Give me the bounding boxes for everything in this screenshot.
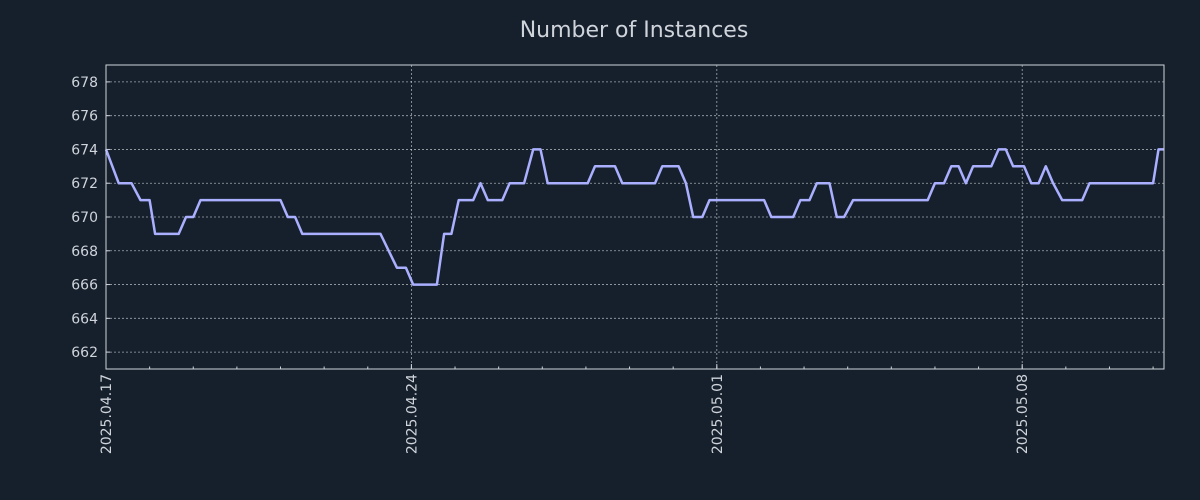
y-axis-ticks: 662 664 666 668 670 672 674 676 678: [71, 75, 110, 361]
y-tick-label: 676: [71, 109, 98, 125]
x-tick-label: 2025.04.17: [99, 374, 115, 454]
y-tick-label: 674: [71, 142, 98, 158]
chart-title: Number of Instances: [520, 18, 749, 43]
x-axis-ticks: 2025.04.17 2025.04.24 2025.05.01 2025.05.08: [99, 364, 1154, 454]
line-chart: Number of Instances 662 664 666 668 670 672 67…: [71, 18, 1165, 454]
y-tick-label: 678: [71, 75, 98, 91]
x-tick-label: 2025.04.24: [404, 374, 420, 454]
y-gridlines: [106, 81, 1164, 353]
x-tick-label: 2025.05.08: [1015, 374, 1031, 454]
y-tick-label: 662: [71, 345, 98, 361]
x-tick-label: 2025.05.01: [710, 374, 726, 454]
y-tick-label: 668: [71, 244, 98, 260]
y-tick-label: 664: [71, 311, 98, 327]
y-tick-label: 666: [71, 278, 98, 294]
y-tick-label: 672: [71, 176, 98, 192]
y-tick-label: 670: [71, 210, 98, 226]
